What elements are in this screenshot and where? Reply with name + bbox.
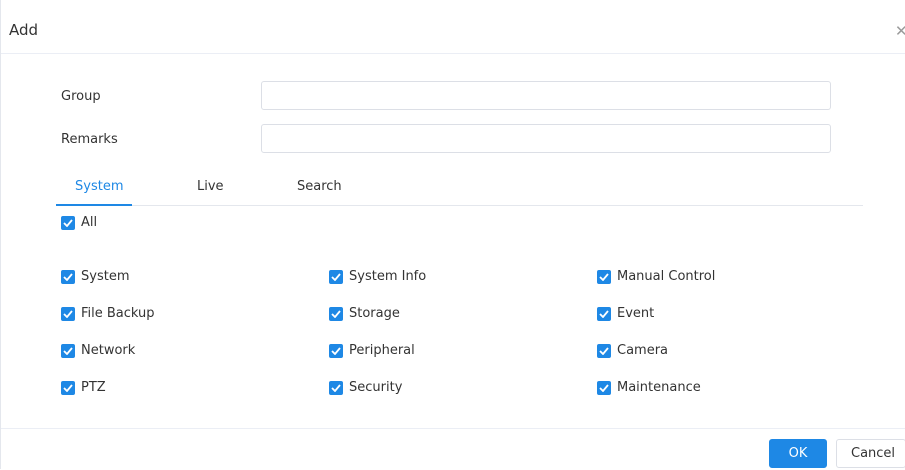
checkbox-network[interactable]: Network [61, 343, 135, 359]
checkbox-label: Network [81, 343, 136, 358]
permission-tabs: System Live Search [56, 172, 863, 206]
checkbox-checked-icon [329, 270, 343, 284]
checkbox-system-info[interactable]: System Info [329, 269, 426, 285]
checkbox-checked-icon [329, 307, 343, 321]
checkbox-file-backup[interactable]: File Backup [61, 306, 155, 322]
checkbox-all-label: All [81, 215, 98, 230]
dialog-footer: OK Cancel [1, 428, 905, 470]
checkbox-peripheral[interactable]: Peripheral [329, 343, 415, 359]
checkbox-label: Security [349, 380, 403, 395]
checkbox-checked-icon [61, 216, 75, 230]
cancel-button[interactable]: Cancel [836, 439, 905, 468]
group-input[interactable] [261, 81, 831, 110]
ok-button[interactable]: OK [769, 439, 827, 468]
checkbox-event[interactable]: Event [597, 306, 654, 322]
checkbox-label: Manual Control [617, 269, 716, 284]
tab-search[interactable]: Search [297, 178, 342, 196]
checkbox-checked-icon [61, 381, 75, 395]
checkbox-storage[interactable]: Storage [329, 306, 400, 322]
checkbox-checked-icon [61, 307, 75, 321]
dialog-header: Add ✕ [1, 0, 905, 54]
checkbox-camera[interactable]: Camera [597, 343, 668, 359]
checkbox-label: Event [617, 306, 655, 321]
checkbox-label: PTZ [81, 380, 106, 395]
checkbox-checked-icon [597, 344, 611, 358]
checkbox-label: System Info [349, 269, 427, 284]
checkbox-label: Maintenance [617, 380, 701, 395]
tab-system[interactable]: System [75, 178, 123, 196]
checkbox-label: File Backup [81, 306, 155, 321]
checkbox-checked-icon [329, 344, 343, 358]
checkbox-label: Camera [617, 343, 669, 358]
remarks-input[interactable] [261, 124, 831, 153]
remarks-label: Remarks [61, 132, 118, 147]
add-dialog: Add ✕ Group Remarks System Live Search A… [0, 0, 905, 469]
active-tab-indicator [56, 204, 132, 206]
checkbox-maintenance[interactable]: Maintenance [597, 380, 701, 396]
checkbox-label: Peripheral [349, 343, 415, 358]
checkbox-security[interactable]: Security [329, 380, 402, 396]
checkbox-all[interactable]: All [61, 215, 97, 231]
checkbox-checked-icon [61, 270, 75, 284]
checkbox-checked-icon [597, 307, 611, 321]
checkbox-system[interactable]: System [61, 269, 129, 285]
checkbox-checked-icon [597, 270, 611, 284]
group-label: Group [61, 89, 101, 104]
checkbox-checked-icon [597, 381, 611, 395]
checkbox-checked-icon [329, 381, 343, 395]
checkbox-ptz[interactable]: PTZ [61, 380, 106, 396]
close-icon[interactable]: ✕ [895, 21, 905, 41]
tab-live[interactable]: Live [197, 178, 224, 196]
checkbox-manual-control[interactable]: Manual Control [597, 269, 715, 285]
checkbox-label: Storage [349, 306, 400, 321]
checkbox-checked-icon [61, 344, 75, 358]
checkbox-label: System [81, 269, 130, 284]
dialog-title: Add [9, 21, 39, 39]
